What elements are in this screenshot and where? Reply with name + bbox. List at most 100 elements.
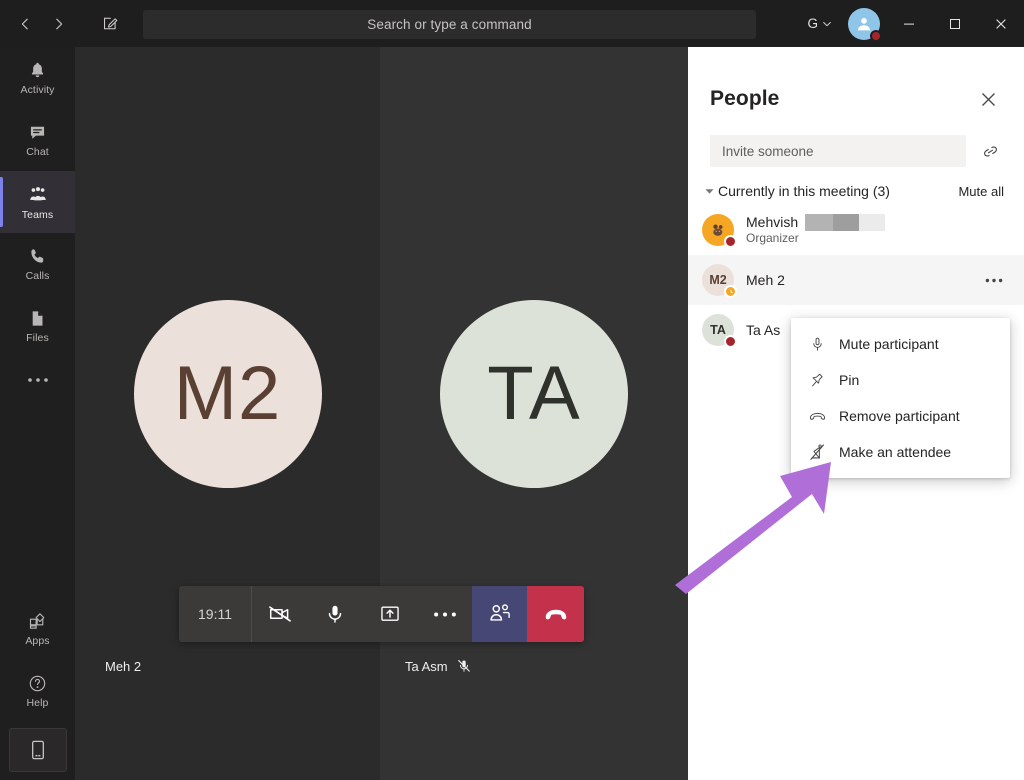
- camera-off-button[interactable]: [252, 586, 307, 642]
- pin-icon: [803, 372, 831, 389]
- hang-up-button[interactable]: [527, 586, 584, 642]
- mic-button[interactable]: [307, 586, 362, 642]
- list-item[interactable]: M2 Meh 2: [688, 255, 1024, 305]
- meeting-stage: M2 Meh 2 TA Ta Asm 19:11: [75, 47, 688, 780]
- sidebar-item-label: Help: [27, 697, 49, 709]
- sidebar-more-button[interactable]: [0, 357, 75, 403]
- teams-icon: [27, 184, 49, 206]
- new-chat-button[interactable]: [92, 7, 128, 41]
- video-tile-name-label: Meh 2: [105, 659, 141, 674]
- participant-name-row: Meh 2: [746, 272, 980, 289]
- copy-link-icon: [981, 142, 1000, 161]
- mic-icon: [323, 602, 347, 626]
- sidebar-item-apps[interactable]: Apps: [0, 598, 75, 660]
- video-tile-name: Ta Asm: [405, 658, 472, 674]
- video-tile-2[interactable]: TA Ta Asm: [380, 47, 688, 780]
- share-screen-button[interactable]: [362, 586, 417, 642]
- forward-button[interactable]: [42, 7, 76, 41]
- show-participants-button[interactable]: [472, 586, 527, 642]
- menu-item-make-an-attendee[interactable]: Make an attendee: [791, 434, 1010, 470]
- participant-info: Meh 2: [746, 272, 980, 289]
- mute-all-button[interactable]: Mute all: [958, 184, 1004, 199]
- title-bar-right: G: [801, 0, 1024, 47]
- redaction-bar: [859, 214, 885, 231]
- video-tile-1[interactable]: M2 Meh 2: [75, 47, 380, 780]
- invite-input[interactable]: [710, 135, 966, 167]
- sidebar-item-label: Chat: [26, 146, 49, 158]
- presence-badge-busy: [724, 335, 737, 348]
- ellipsis-icon: [985, 278, 1003, 283]
- avatar[interactable]: [848, 8, 880, 40]
- mic-icon: [803, 336, 831, 353]
- caret-down-icon: [705, 188, 714, 195]
- teams-window: Search or type a command G: [0, 0, 1024, 780]
- page-title: People: [710, 87, 779, 111]
- avatar: M2: [702, 264, 734, 296]
- app-rail: Activity Chat Teams Calls: [0, 47, 75, 780]
- sidebar-item-files[interactable]: Files: [0, 295, 75, 357]
- ellipsis-icon: [433, 611, 457, 618]
- participant-avatar-initials: M2: [134, 300, 322, 488]
- help-icon: [27, 673, 48, 694]
- menu-item-pin[interactable]: Pin: [791, 362, 1010, 398]
- menu-item-label: Mute participant: [839, 336, 939, 352]
- sidebar-item-calls[interactable]: Calls: [0, 233, 75, 295]
- redaction-bar: [833, 214, 859, 231]
- menu-item-label: Pin: [839, 372, 859, 388]
- back-button[interactable]: [8, 7, 42, 41]
- make-attendee-icon: [803, 443, 831, 461]
- participant-avatar-initials: TA: [440, 300, 628, 488]
- menu-item-mute-participant[interactable]: Mute participant: [791, 326, 1010, 362]
- collapse-section-button[interactable]: [700, 188, 718, 195]
- hangup-icon: [542, 600, 570, 628]
- get-mobile-app-button[interactable]: [9, 728, 67, 772]
- close-panel-button[interactable]: [974, 85, 1002, 113]
- video-tile-name: Meh 2: [105, 659, 141, 674]
- participant-context-menu: Mute participant Pin Remove participant: [791, 318, 1010, 478]
- participant-role: Organizer: [746, 231, 1008, 246]
- rail-bottom: Apps Help: [0, 598, 75, 780]
- compose-icon: [102, 15, 119, 32]
- redacted-surname: [805, 214, 885, 231]
- participant-name: Mehvish: [746, 214, 798, 231]
- maximize-button[interactable]: [932, 0, 978, 47]
- video-tile-name-label: Ta Asm: [405, 659, 448, 674]
- presence-badge-busy: [724, 235, 737, 248]
- menu-item-remove-participant[interactable]: Remove participant: [791, 398, 1010, 434]
- mobile-phone-icon: [29, 739, 47, 761]
- phone-icon: [27, 246, 48, 267]
- menu-item-label: Make an attendee: [839, 444, 951, 460]
- sidebar-item-help[interactable]: Help: [0, 660, 75, 722]
- close-window-button[interactable]: [978, 0, 1024, 47]
- avatar: [702, 214, 734, 246]
- section-label: Currently in this meeting (3): [718, 183, 958, 199]
- ellipsis-icon: [27, 377, 49, 383]
- sidebar-item-teams[interactable]: Teams: [0, 171, 75, 233]
- sidebar-item-label: Apps: [25, 635, 49, 647]
- copy-join-link-button[interactable]: [976, 137, 1004, 165]
- panel-header: People: [688, 47, 1024, 113]
- invite-row: [688, 113, 1024, 167]
- clock-icon: [727, 288, 735, 296]
- participant-name: Ta As: [746, 322, 780, 339]
- search-input[interactable]: Search or type a command: [143, 10, 756, 39]
- file-icon: [27, 308, 48, 329]
- more-actions-button[interactable]: [417, 586, 472, 642]
- video-off-icon: [267, 601, 293, 627]
- participant-name-row: Mehvish: [746, 214, 1008, 231]
- participant-more-options-button[interactable]: [980, 266, 1008, 294]
- org-label: G: [807, 16, 818, 31]
- bell-icon: [27, 60, 48, 81]
- sidebar-item-chat[interactable]: Chat: [0, 109, 75, 171]
- avatar: TA: [702, 314, 734, 346]
- sidebar-item-label: Files: [26, 332, 49, 344]
- maximize-icon: [949, 18, 961, 30]
- minimize-button[interactable]: [886, 0, 932, 47]
- presence-badge-away: [724, 285, 737, 298]
- minimize-icon: [903, 18, 915, 30]
- search-placeholder: Search or type a command: [367, 17, 531, 32]
- list-item[interactable]: Mehvish Organizer: [688, 205, 1024, 255]
- org-switcher[interactable]: G: [801, 12, 838, 35]
- chevron-left-icon: [18, 17, 32, 31]
- sidebar-item-activity[interactable]: Activity: [0, 47, 75, 109]
